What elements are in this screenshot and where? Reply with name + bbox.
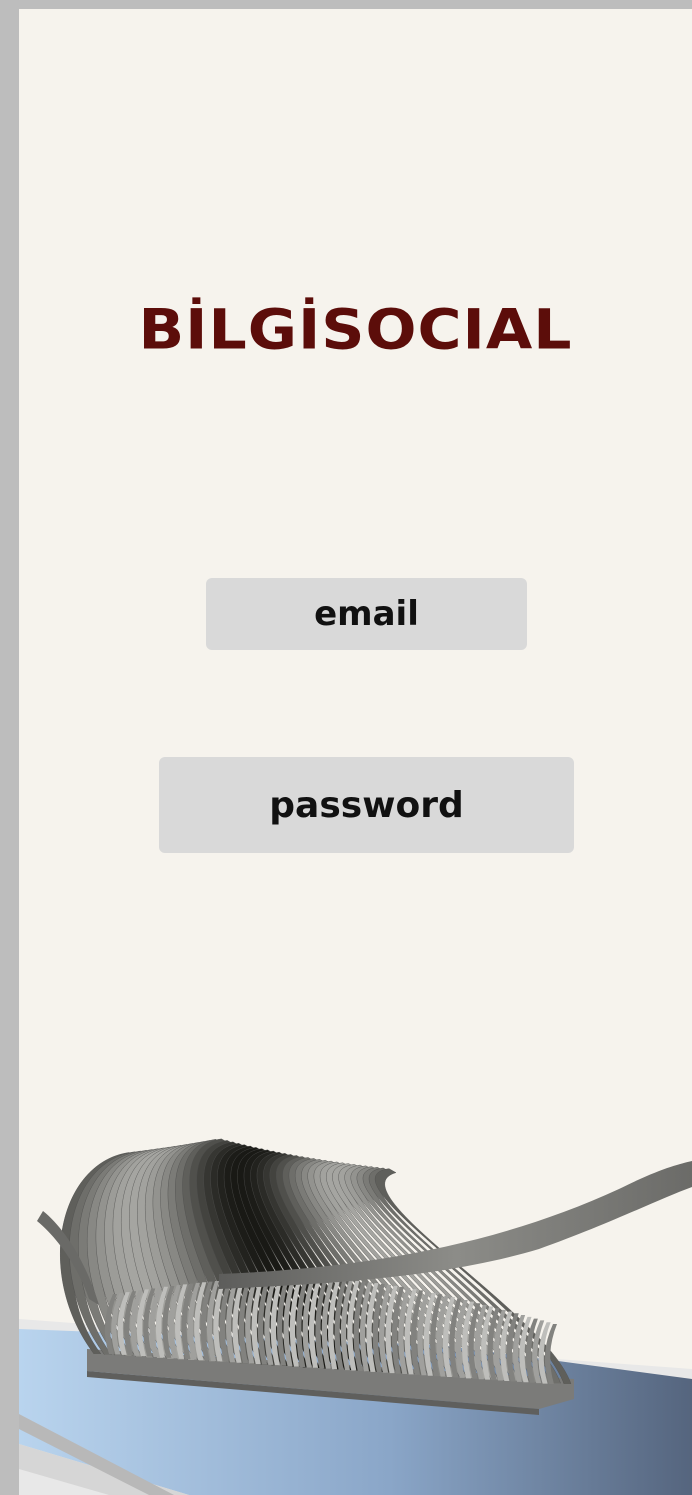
device-frame: BİLGİSOCIAL — [0, 0, 692, 1495]
login-screen: BİLGİSOCIAL — [19, 9, 692, 1495]
password-input[interactable] — [159, 757, 574, 853]
brand-title: BİLGİSOCIAL — [138, 297, 573, 363]
email-input[interactable] — [206, 578, 527, 650]
sculpture-illustration — [19, 1138, 692, 1495]
sculpture-ribbons — [60, 1138, 572, 1385]
